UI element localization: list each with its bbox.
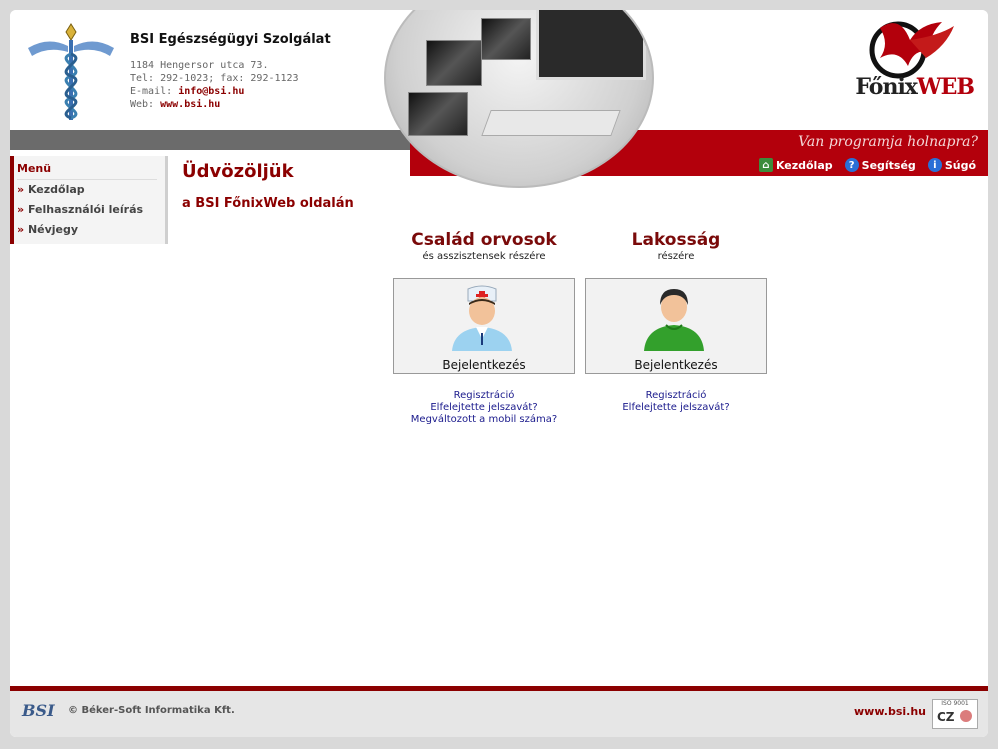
doctors-forgot-password-link[interactable]: Elfelejtette jelszavát? xyxy=(393,402,575,414)
help-icon: ? xyxy=(844,158,859,172)
top-links: ⌂ Kezdőlap ? Segítség i Súgó xyxy=(758,158,976,172)
xray-image-icon xyxy=(426,40,482,86)
xray-image-icon xyxy=(481,18,531,60)
toplink-help-label: Segítség xyxy=(861,158,916,172)
toplink-info[interactable]: i Súgó xyxy=(927,158,976,172)
doctors-title: Család orvosok xyxy=(411,230,557,250)
chevron-right-icon: » xyxy=(17,203,25,216)
ultrasound-image-icon xyxy=(408,92,468,136)
public-register-link[interactable]: Regisztráció xyxy=(585,390,767,402)
sidebar-item-user-guide[interactable]: » Felhasználói leírás xyxy=(17,200,165,220)
web-label: Web: xyxy=(130,99,155,110)
brand-part-web: WEB xyxy=(916,74,975,100)
public-login-button[interactable]: Bejelentkezés xyxy=(585,278,767,374)
email-link[interactable]: info@bsi.hu xyxy=(178,86,244,97)
doctors-links: Regisztráció Elfelejtette jelszavát? Meg… xyxy=(393,390,575,426)
iso-label: ISO 9001 xyxy=(941,700,969,707)
caduceus-logo-icon xyxy=(28,23,114,120)
sidebar-menu: Menü » Kezdőlap » Felhasználói leírás » … xyxy=(10,156,168,244)
person-avatar-icon xyxy=(644,289,704,351)
doctors-subtitle: és asszisztensek részére xyxy=(422,251,546,262)
certification-icon: CZ xyxy=(937,710,972,724)
org-address-block: 1184 Hengersor utca 73. Tel: 292-1023; f… xyxy=(130,59,299,111)
sidebar-item-label: Névjegy xyxy=(27,223,79,236)
doctors-register-link[interactable]: Regisztráció xyxy=(393,390,575,402)
toplink-home[interactable]: ⌂ Kezdőlap xyxy=(758,158,833,172)
svg-text:CZ: CZ xyxy=(937,710,955,724)
org-phone: Tel: 292-1023; fax: 292-1123 xyxy=(130,73,299,84)
public-subtitle: részére xyxy=(657,251,695,262)
bsi-logo: BSI xyxy=(22,701,55,720)
web-link[interactable]: www.bsi.hu xyxy=(160,99,220,110)
toplink-home-label: Kezdőlap xyxy=(775,158,833,172)
org-name: BSI Egészségügyi Szolgálat xyxy=(130,32,331,47)
monitor-icon xyxy=(536,10,646,80)
toplink-help[interactable]: ? Segítség xyxy=(844,158,916,172)
footer-web-link[interactable]: www.bsi.hu xyxy=(854,705,926,718)
org-web-row: Web: www.bsi.hu xyxy=(130,98,299,111)
org-address: 1184 Hengersor utca 73. xyxy=(130,60,269,71)
doctors-login-button[interactable]: Bejelentkezés xyxy=(393,278,575,374)
chevron-right-icon: » xyxy=(17,183,25,196)
slogan: Van programja holnapra? xyxy=(798,134,978,150)
brand-part-fonix: Főnix xyxy=(855,74,918,100)
sidebar-item-label: Kezdőlap xyxy=(27,183,85,196)
footer: BSI © Béker-Soft Informatika Kft. www.bs… xyxy=(10,691,988,737)
nurse-avatar-icon xyxy=(452,285,512,351)
iso-certification-badge: ISO 9001 CZ xyxy=(932,699,978,729)
org-email-row: E-mail: info@bsi.hu xyxy=(130,85,299,98)
chevron-right-icon: » xyxy=(17,223,25,236)
menu-title: Menü xyxy=(17,162,157,180)
page-frame: BSI Egészségügyi Szolgálat 1184 Hengerso… xyxy=(10,10,988,737)
keyboard-icon xyxy=(481,110,621,136)
public-login-label: Bejelentkezés xyxy=(634,358,718,372)
public-links: Regisztráció Elfelejtette jelszavát? xyxy=(585,390,767,414)
info-icon: i xyxy=(927,158,942,172)
doctors-column: Család orvosok és asszisztensek részére … xyxy=(393,230,575,426)
public-forgot-password-link[interactable]: Elfelejtette jelszavát? xyxy=(585,402,767,414)
email-label: E-mail: xyxy=(130,86,173,97)
sidebar-item-about[interactable]: » Névjegy xyxy=(17,220,165,240)
sidebar-item-label: Felhasználói leírás xyxy=(27,203,144,216)
public-column: Lakosság részére Bejelentkezés Regisztrá… xyxy=(585,230,767,414)
home-icon: ⌂ xyxy=(758,158,773,172)
doctors-login-label: Bejelentkezés xyxy=(442,358,526,372)
toplink-info-label: Súgó xyxy=(944,158,976,172)
public-title: Lakosság xyxy=(631,230,721,250)
page-subtitle: a BSI FőnixWeb oldalán xyxy=(182,196,354,211)
sidebar-item-home[interactable]: » Kezdőlap xyxy=(17,180,165,200)
page-title: Üdvözöljük xyxy=(182,161,294,182)
doctors-mobile-changed-link[interactable]: Megváltozott a mobil száma? xyxy=(393,414,575,426)
fonix-brand: FőnixWEB xyxy=(855,74,975,100)
copyright-text: © Béker-Soft Informatika Kft. xyxy=(68,705,235,716)
